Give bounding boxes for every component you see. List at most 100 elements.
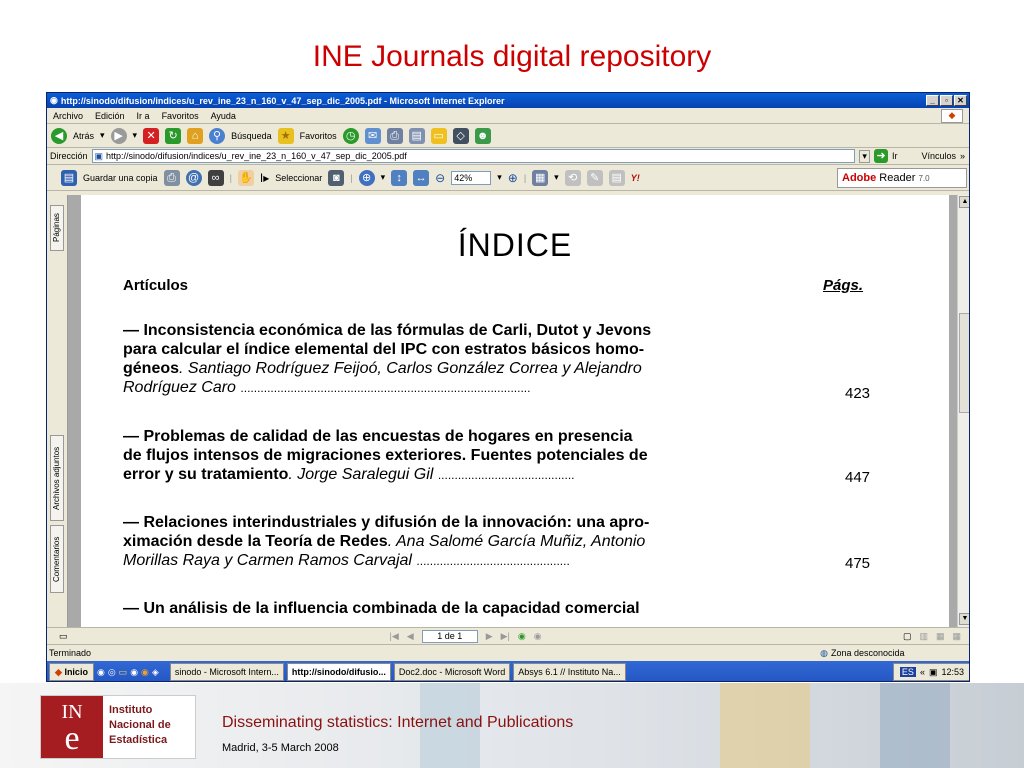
fit-page-icon[interactable]: ↕ xyxy=(391,169,408,186)
go-back-icon[interactable]: ◉ xyxy=(518,631,526,642)
search-icon[interactable]: ⚲ xyxy=(209,127,226,144)
scroll-up-icon[interactable]: ▲ xyxy=(959,196,969,208)
search-button-label[interactable]: Búsqueda xyxy=(231,131,272,141)
continuous-icon[interactable]: ▥ xyxy=(919,631,928,642)
snapshot-camera-icon[interactable]: ◙ xyxy=(328,169,345,186)
menu-ir-a[interactable]: Ir a xyxy=(137,111,150,121)
entry-title: — Problemas de calidad de las encuestas … xyxy=(123,428,633,445)
media-quicklaunch-icon[interactable]: ◉ xyxy=(130,667,138,678)
dropdown-arrow-icon[interactable]: ▾ xyxy=(100,130,105,141)
firefox-quicklaunch-icon[interactable]: ◉ xyxy=(141,667,149,678)
globe-icon: ◍ xyxy=(820,647,828,658)
back-button-label[interactable]: Atrás xyxy=(73,131,94,141)
vertical-scrollbar[interactable]: ▲ ▼ xyxy=(957,195,969,627)
zoom-level-input[interactable]: 42% xyxy=(451,170,492,185)
pdf-content-area: Páginas Archivos adjuntos Comentarios ÍN… xyxy=(47,195,969,627)
zoom-icon[interactable]: ⊕ xyxy=(358,169,375,186)
review-icon[interactable]: ▤ xyxy=(608,169,625,186)
text-select-icon[interactable]: I▸ xyxy=(260,171,269,185)
outlook-quicklaunch-icon[interactable]: ◎ xyxy=(108,667,116,678)
print-icon[interactable]: ⎙ xyxy=(386,127,403,144)
go-arrow-icon[interactable]: ➜ xyxy=(873,149,888,163)
menu-favoritos[interactable]: Favoritos xyxy=(162,111,199,121)
next-page-icon[interactable]: ▶ xyxy=(486,631,493,642)
dropdown-arrow-icon[interactable]: ▾ xyxy=(133,130,138,141)
sign-icon[interactable]: ✎ xyxy=(586,169,603,186)
language-indicator[interactable]: ES xyxy=(899,667,916,677)
edit-icon[interactable]: ▤ xyxy=(408,127,425,144)
zoom-in-icon[interactable]: ⊕ xyxy=(508,171,518,185)
go-forward-icon[interactable]: ◉ xyxy=(534,631,542,642)
chevron-right-icon[interactable]: » xyxy=(960,151,965,161)
slide-footer: IN e Instituto Nacional de Estadística D… xyxy=(0,683,1024,768)
single-page-icon[interactable]: ▢ xyxy=(903,631,912,642)
tab-attachments[interactable]: Archivos adjuntos xyxy=(50,435,64,521)
maximize-button[interactable]: ▫ xyxy=(940,95,953,106)
select-tool-label[interactable]: Seleccionar xyxy=(275,173,322,183)
home-icon[interactable]: ⌂ xyxy=(187,127,204,144)
windows-logo-icon: ◆ xyxy=(941,109,963,123)
last-page-icon[interactable]: ▶| xyxy=(501,631,510,642)
first-page-icon[interactable]: |◀ xyxy=(390,631,399,642)
folder-quicklaunch-icon[interactable]: ▭ xyxy=(119,667,128,678)
taskbar-item[interactable]: Doc2.doc - Microsoft Word xyxy=(393,663,511,681)
folder-icon[interactable]: ▭ xyxy=(430,127,447,144)
zoom-out-icon[interactable]: ⊖ xyxy=(435,171,445,185)
taskbar-item[interactable]: Absys 6.1 // Instituto Na... xyxy=(513,663,626,681)
menu-edicion[interactable]: Edición xyxy=(95,111,125,121)
start-button[interactable]: ◆ Inicio xyxy=(49,663,94,681)
panel-toggle-icon[interactable]: ▭ xyxy=(59,631,68,642)
address-dropdown-icon[interactable]: ▾ xyxy=(859,149,870,163)
history-icon[interactable]: ◷ xyxy=(342,127,359,144)
ie-quicklaunch-icon[interactable]: ◉ xyxy=(97,667,105,678)
continuous-facing-icon[interactable]: ▦ xyxy=(952,631,961,642)
toolbar-separator: | xyxy=(523,172,527,183)
back-arrow-icon[interactable]: ◀ xyxy=(51,127,67,144)
rotate-icon[interactable]: ⟲ xyxy=(564,169,581,186)
scroll-thumb[interactable] xyxy=(959,313,969,413)
minimize-button[interactable]: _ xyxy=(926,95,939,106)
messenger-quicklaunch-icon[interactable]: ◈ xyxy=(152,667,159,678)
taskbar-item-active[interactable]: http://sinodo/difusio... xyxy=(286,663,391,681)
favorites-star-icon[interactable]: ★ xyxy=(277,127,294,144)
page-layout-icon[interactable]: ▦ xyxy=(532,169,549,186)
toolbar-separator: | xyxy=(350,172,353,183)
users-icon[interactable]: ☻ xyxy=(474,127,491,144)
refresh-icon[interactable]: ↻ xyxy=(165,127,182,144)
taskbar-item[interactable]: sinodo - Microsoft Intern... xyxy=(169,663,284,681)
ine-logo-mark: IN e xyxy=(41,696,103,758)
hand-tool-icon[interactable]: ✋ xyxy=(237,169,254,186)
mail-icon[interactable]: ✉ xyxy=(364,127,381,144)
save-copy-label[interactable]: Guardar una copia xyxy=(83,173,158,183)
tab-comments[interactable]: Comentarios xyxy=(50,525,64,593)
dropdown-arrow-icon[interactable]: ▾ xyxy=(381,172,386,183)
email-icon[interactable]: @ xyxy=(185,169,202,186)
network-icon[interactable]: ▣ xyxy=(929,667,938,678)
windows-flag-icon: ◆ xyxy=(55,667,62,677)
dropdown-arrow-icon[interactable]: ▾ xyxy=(554,172,559,183)
favorites-button-label[interactable]: Favoritos xyxy=(300,131,337,141)
fit-width-icon[interactable]: ↔ xyxy=(413,169,430,186)
go-button-label[interactable]: Ir xyxy=(892,151,898,161)
forward-arrow-icon[interactable]: ▶ xyxy=(110,127,127,144)
page-number-input[interactable]: 1 de 1 xyxy=(421,629,478,643)
print-icon[interactable]: ⎙ xyxy=(163,169,180,186)
prev-page-icon[interactable]: ◀ xyxy=(407,631,414,642)
messenger-icon[interactable]: ◇ xyxy=(452,127,469,144)
address-input[interactable]: ▣ http://sinodo/difusion/indices/u_rev_i… xyxy=(91,149,856,163)
close-button[interactable]: ✕ xyxy=(954,95,967,106)
facing-icon[interactable]: ▦ xyxy=(936,631,945,642)
save-copy-icon[interactable]: ▤ xyxy=(61,169,77,186)
find-binoculars-icon[interactable]: ∞ xyxy=(207,169,224,186)
links-label[interactable]: Vínculos xyxy=(921,151,956,161)
scroll-down-icon[interactable]: ▼ xyxy=(959,613,969,625)
stop-icon[interactable]: ✕ xyxy=(143,127,160,144)
tab-pages[interactable]: Páginas xyxy=(50,205,64,251)
footer-subtitle: Madrid, 3-5 March 2008 xyxy=(222,742,339,754)
zoom-dropdown-icon[interactable]: ▾ xyxy=(497,172,502,183)
tray-expand-icon[interactable]: « xyxy=(920,667,925,677)
yahoo-icon[interactable]: Y! xyxy=(631,173,640,183)
menu-ayuda[interactable]: Ayuda xyxy=(211,111,236,121)
menu-archivo[interactable]: Archivo xyxy=(53,111,83,121)
browser-window: ◉ http://sinodo/difusion/indices/u_rev_i… xyxy=(46,92,970,682)
